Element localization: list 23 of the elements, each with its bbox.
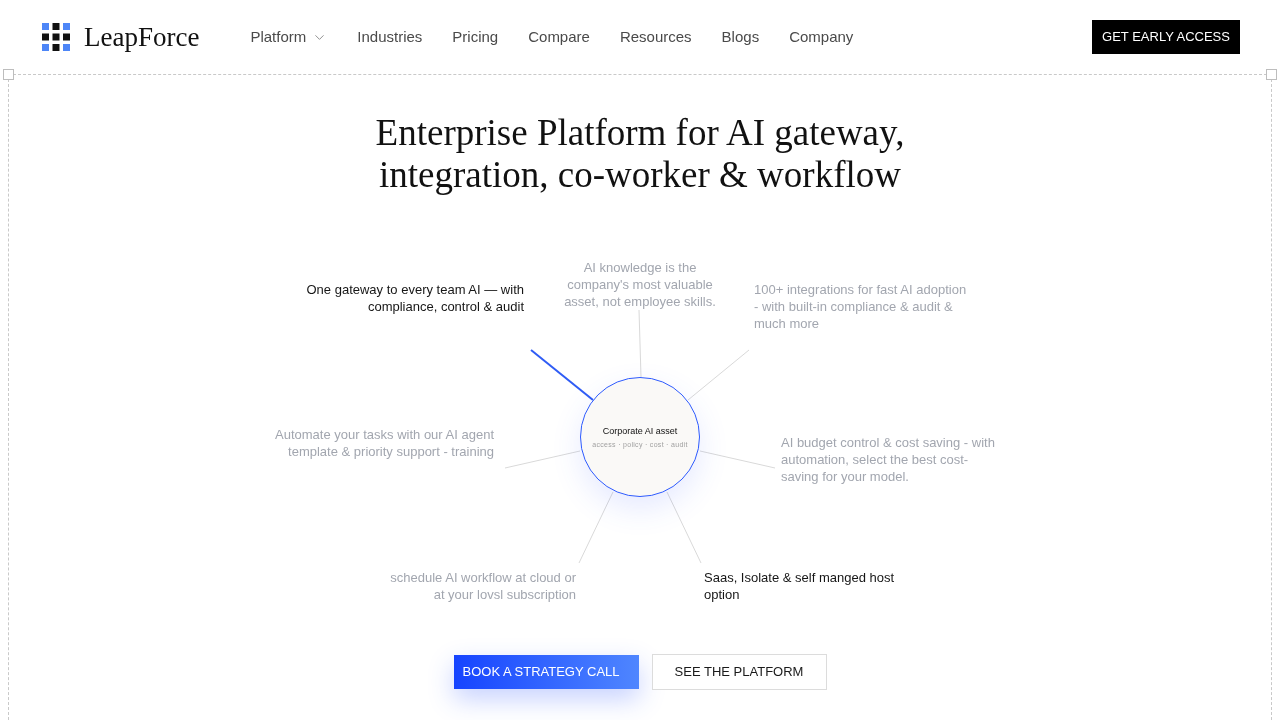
corner-handle-icon[interactable] [3, 69, 14, 80]
nav-link[interactable]: Pricing [452, 25, 499, 49]
book-call-button[interactable]: BOOK A STRATEGY CALL [453, 655, 639, 689]
node-text: schedule AI workflow at cloud or at your lovsl subscription [390, 569, 576, 603]
hero-heading: Enterprise Platform for AI gateway, integration, co-worker & workflow [375, 112, 905, 196]
nav-link[interactable]: Industries [357, 25, 423, 49]
node-text: One gateway to every team AI — with compliance, control & audit [306, 281, 524, 315]
node-text: Saas, Isolate & self manged host option [704, 569, 895, 603]
nav-link[interactable]: Resources [619, 25, 692, 49]
node-text: 100+ integrations for fast AI adoption - with built-in compliance & audit & much more [754, 281, 967, 332]
hub-title: Corporate AI asset [602, 425, 678, 437]
nav-link[interactable]: Platform [250, 25, 328, 49]
see-platform-button[interactable]: SEE THE PLATFORM [651, 654, 827, 690]
nav-link[interactable]: Compare [528, 25, 590, 49]
early-access-button[interactable]: GET EARLY ACCESS [1092, 20, 1240, 54]
corner-handle-icon[interactable] [1266, 69, 1277, 80]
nav-link[interactable]: Blogs [721, 25, 760, 49]
grid-logo-icon [42, 23, 70, 51]
node-text: Automate your tasks with our AI agent template & priority support - training [275, 426, 494, 460]
brand-name[interactable]: LeapForce [84, 23, 200, 51]
nav-link[interactable]: Company [789, 25, 854, 49]
node-text: AI knowledge is the company's most valuable asset, not employee skills. [564, 259, 716, 310]
node-text: AI budget control & cost saving - with automation, select the best cost- saving for your model. [781, 434, 995, 485]
